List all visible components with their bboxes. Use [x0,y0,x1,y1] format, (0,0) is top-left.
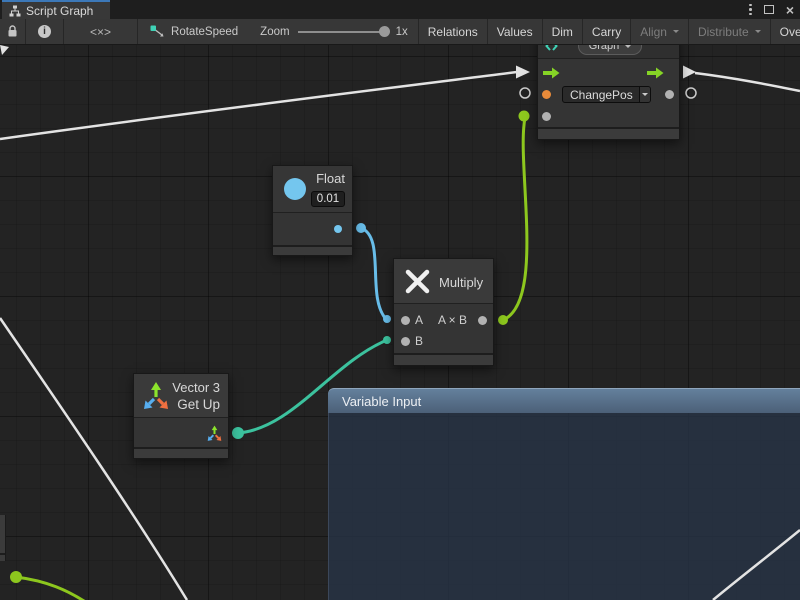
zoom-slider-handle[interactable] [379,26,390,37]
chevron-down-icon [673,30,679,36]
node-type-label: Vector 3 [172,380,220,395]
port-unconnected-left[interactable] [520,88,530,98]
overview-button[interactable]: Overview [771,19,800,44]
wire-endpoint [498,315,508,325]
node-title: Get Up [177,397,220,412]
maximize-icon[interactable] [764,5,774,14]
node-title: Float [316,171,345,186]
lock-button[interactable] [0,19,26,44]
menu-icon[interactable] [749,4,752,16]
control-output-arrow-icon[interactable] [647,67,664,79]
graph-canvas[interactable]: Variable Input [0,45,800,600]
dropdown-arrow [639,87,650,102]
node-vector3-getup[interactable]: Vector 3 Get Up [133,373,229,459]
graph-nest-icon [150,25,165,38]
tab-script-graph[interactable]: Script Graph [2,0,110,19]
node-float[interactable]: Float 0.01 [272,165,353,256]
port-unconnected-right[interactable] [686,88,696,98]
title-bar: Script Graph × [0,0,800,19]
port-result[interactable] [478,316,487,325]
wire-control-out-arrow-icon [683,66,696,79]
wire-control-out[interactable] [695,73,800,91]
wire-fragment [0,45,9,55]
lock-icon [7,25,18,38]
zoom-label: Zoom [260,26,289,38]
graph-toolbar: i <×> RotateSpeed Zoom 1x Relations Valu… [0,19,800,45]
wire-endpoint [232,427,244,439]
multiply-icon [405,269,430,294]
tab-title: Script Graph [26,4,93,18]
port-output[interactable] [665,90,674,99]
wire-multiply-to-graph[interactable] [503,118,527,320]
node-multiply[interactable]: Multiply A A × B B [393,258,494,366]
graph-reference-label: RotateSpeed [171,26,238,38]
zoom-control: Zoom 1x [250,19,419,44]
align-button[interactable]: Align [631,19,689,44]
port-result-label: A × B [438,313,467,327]
node-header[interactable]: Multiply [394,259,493,304]
code-icon: <×> [90,25,111,39]
wire-control-in-arrow-icon [516,66,530,79]
hierarchy-icon [9,5,21,17]
node-header[interactable]: Graph [538,45,679,59]
graph-icon [545,45,558,52]
zoom-value: 1x [396,26,408,38]
port-float-output[interactable] [334,225,342,233]
wire-diagonal-right[interactable] [713,530,800,600]
port-orange[interactable] [542,90,551,99]
wire-endpoint [383,315,391,323]
info-icon: i [38,25,51,38]
node-partial-left[interactable] [0,515,6,561]
port-a-label: A [415,313,423,327]
graph-dropdown-button[interactable]: Graph [578,45,642,55]
graph-reference[interactable]: RotateSpeed [138,19,250,44]
port-vector3-output[interactable] [206,425,223,442]
distribute-button[interactable]: Distribute [689,19,771,44]
info-button[interactable]: i [26,19,64,44]
zoom-slider[interactable] [298,31,388,33]
window-controls: × [749,0,794,19]
port-b-label: B [415,334,423,348]
code-view-button[interactable]: <×> [64,19,138,44]
script-graph-window: Script Graph × i <×> RotateS [0,0,800,600]
dim-button[interactable]: Dim [543,19,583,44]
values-button[interactable]: Values [488,19,543,44]
port-a[interactable] [401,316,410,325]
wire-vector-to-multiply[interactable] [238,340,387,433]
wire-control-in[interactable] [0,72,517,139]
wire-endpoint [356,223,366,233]
port-input[interactable] [542,112,551,121]
float-value-field[interactable]: 0.01 [311,191,345,207]
vector3-icon [141,381,171,411]
control-input-arrow-icon[interactable] [543,67,560,79]
node-footer [273,245,352,255]
node-footer [134,447,228,458]
node-header[interactable]: Vector 3 Get Up [134,374,228,418]
chevron-down-icon [755,30,761,36]
node-header[interactable]: Float 0.01 [273,166,352,213]
close-icon[interactable]: × [786,3,794,17]
wire-diagonal-left[interactable] [0,318,187,600]
changepos-dropdown[interactable]: ChangePos [562,86,651,103]
changepos-dropdown-value: ChangePos [563,87,639,102]
port-b[interactable] [401,337,410,346]
wire-endpoint [519,111,530,122]
wire-lime-bottom[interactable] [16,577,84,600]
node-title: Multiply [439,275,483,290]
node-graph-changepos[interactable]: Graph ChangePos [537,45,680,140]
chevron-down-icon [625,45,631,51]
relations-button[interactable]: Relations [419,19,488,44]
carry-button[interactable]: Carry [583,19,631,44]
node-footer [394,353,493,365]
wire-endpoint [10,571,22,583]
node-footer [538,127,679,139]
wire-endpoint [383,336,391,344]
float-type-icon [284,178,306,200]
wire-float-to-multiply[interactable] [361,228,386,319]
